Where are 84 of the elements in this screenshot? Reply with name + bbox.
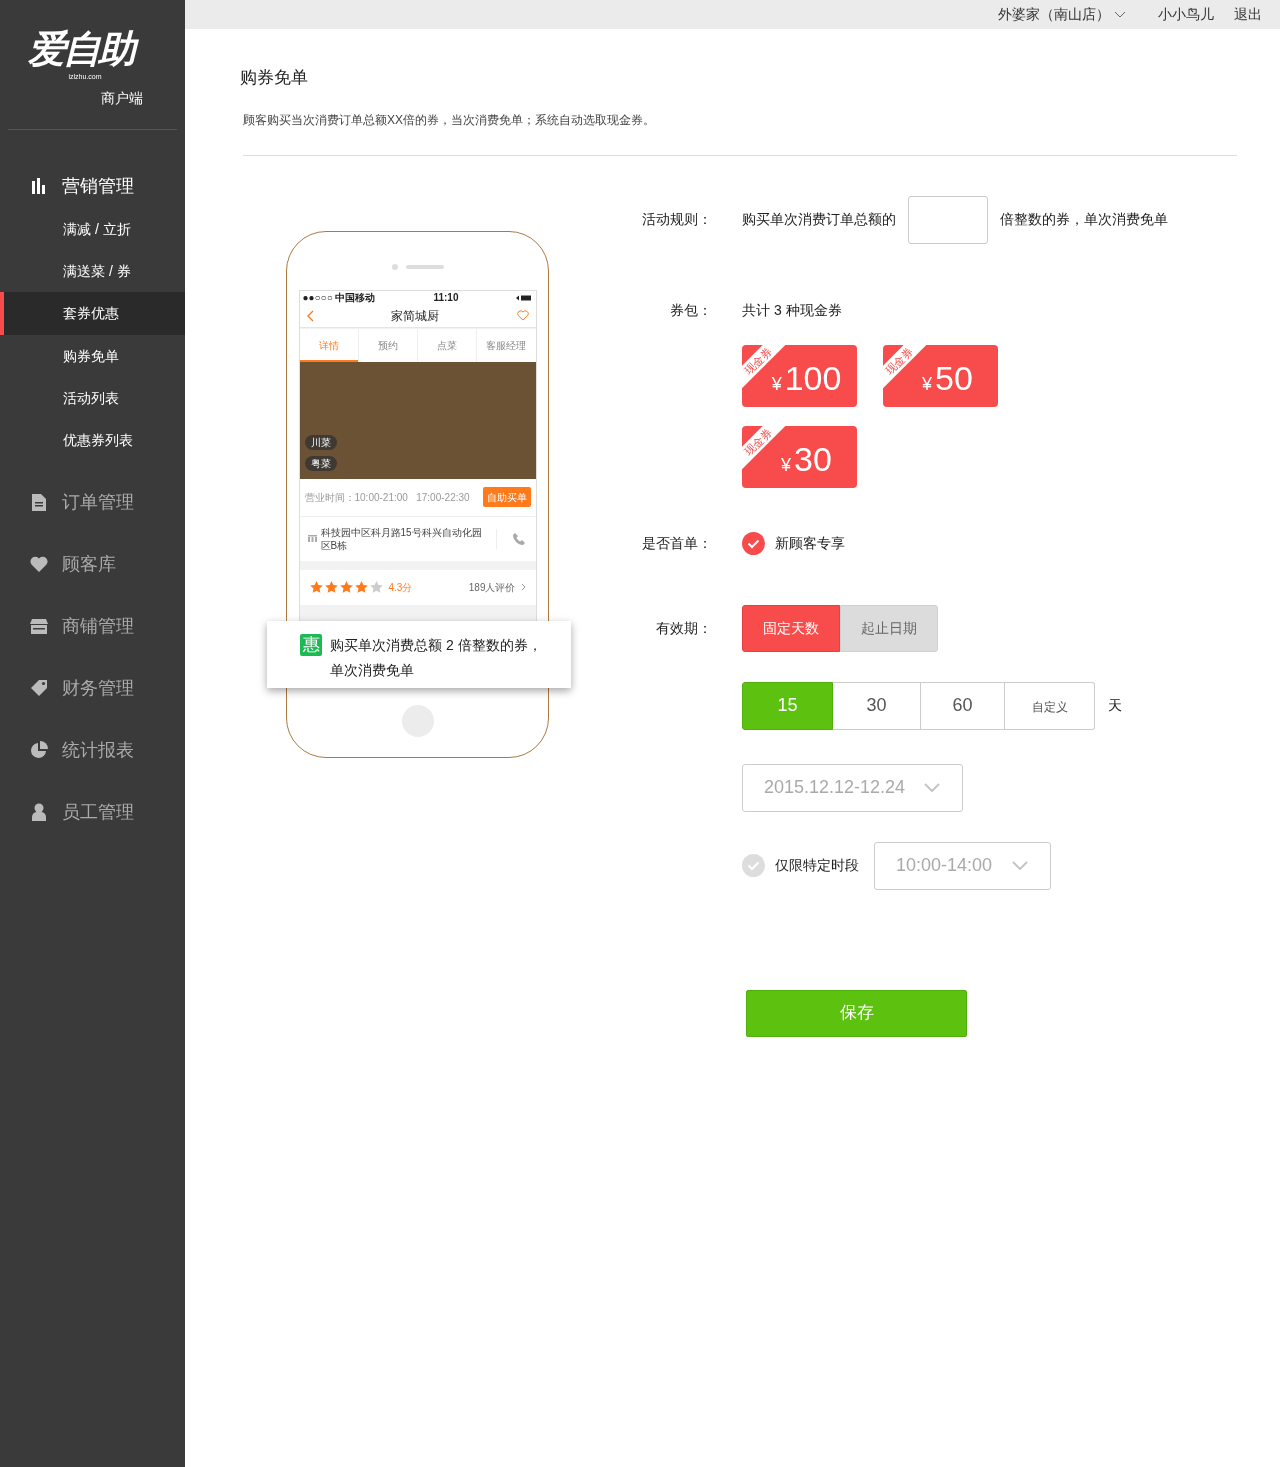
logo-text: 爱自助	[27, 28, 158, 70]
checkbox-label: 新顾客专享	[775, 533, 845, 553]
page-description: 顾客购买当次消费订单总额XX倍的券，当次消费免单；系统自动选取现金券。	[243, 111, 656, 129]
store-selector[interactable]: 外婆家（南山店）	[998, 4, 1126, 25]
screen-tab[interactable]: 客服经理	[476, 328, 536, 362]
building-icon	[307, 535, 317, 542]
self-pay-button[interactable]: 自助买单	[482, 487, 531, 507]
back-icon	[306, 309, 314, 322]
nav-group[interactable]: 营销管理	[0, 164, 185, 208]
chevron-right-icon	[520, 583, 526, 591]
ribbon-label: 现金券	[742, 344, 774, 377]
nav-group[interactable]: 商铺管理	[0, 595, 185, 657]
discount-badge: 惠	[300, 633, 322, 656]
ribbon-label: 现金券	[742, 425, 774, 458]
heart-icon	[516, 310, 529, 321]
currency-symbol: ¥	[771, 372, 782, 396]
chevron-down-icon	[1114, 11, 1126, 18]
star-filled-icon	[354, 581, 368, 593]
star-filled-icon	[324, 581, 338, 593]
screen-tab[interactable]: 点菜	[417, 328, 477, 362]
cuisine-tag: 川菜	[304, 434, 337, 450]
user-name: 小小鸟儿	[1158, 5, 1214, 24]
star-filled-icon	[309, 581, 323, 593]
validity-mode-tab[interactable]: 起止日期	[840, 604, 938, 652]
bar-chart-icon	[30, 178, 48, 194]
business-hours: 营业时间：10:00-21:00 17:00-22:30	[304, 490, 470, 505]
coupon-summary: 共计 3 种现金券	[742, 300, 842, 320]
coupon-amount: 50	[935, 357, 973, 398]
nav-item[interactable]: 购券免单	[0, 335, 185, 377]
multiplier-input[interactable]	[908, 195, 988, 244]
speaker-icon	[405, 264, 444, 269]
chevron-down-icon	[1012, 861, 1028, 870]
coupon-amount: 100	[784, 357, 842, 398]
nav-group[interactable]: 订单管理	[0, 471, 185, 533]
phone-icon	[512, 532, 525, 545]
day-option[interactable]: 自定义	[1005, 681, 1095, 730]
checkbox[interactable]	[742, 531, 765, 555]
store-icon	[30, 618, 48, 634]
ribbon-label: 现金券	[883, 344, 915, 377]
heart-icon	[30, 556, 48, 572]
address-text: 科技园中区科月路15号科兴自动化园区B栋	[320, 525, 483, 552]
nav-item[interactable]: 套券优惠	[0, 292, 185, 335]
tooltip-text: 购买单次消费总额 2 倍整数的券，单次消费免单	[330, 635, 543, 680]
document-icon	[30, 493, 48, 511]
pie-chart-icon	[30, 741, 48, 759]
nav-group[interactable]: 顾客库	[0, 533, 185, 595]
nav-item[interactable]: 优惠券列表	[0, 419, 185, 461]
field-label: 活动规则：	[641, 210, 712, 229]
checkbox-label: 仅限特定时段	[775, 856, 859, 875]
page-title: 购券免单	[240, 67, 309, 89]
nav-group[interactable]: 统计报表	[0, 719, 185, 781]
screen-tab[interactable]: 预约	[357, 328, 417, 362]
nav-item[interactable]: 满送菜 / 券	[0, 250, 185, 292]
cuisine-tag: 粤菜	[304, 455, 337, 471]
field-label: 券包：	[669, 300, 712, 320]
carrier-text: ●●○○○ 中国移动	[302, 291, 376, 304]
nav-group[interactable]: 财务管理	[0, 657, 185, 719]
rule-text: 购买单次消费订单总额的	[742, 210, 896, 229]
review-count: 189人评价	[468, 580, 516, 595]
rating-score: 4.3分	[388, 580, 413, 595]
clock-text: 11:10	[433, 291, 459, 304]
field-label: 是否首单：	[641, 533, 712, 553]
currency-symbol: ¥	[781, 453, 792, 477]
chevron-down-icon	[924, 783, 940, 792]
coupon-amount: 30	[794, 438, 832, 479]
checkbox[interactable]	[742, 854, 765, 877]
logout-link[interactable]: 退出	[1234, 4, 1262, 25]
camera-icon	[391, 263, 398, 270]
currency-symbol: ¥	[922, 372, 933, 396]
tag-icon	[30, 679, 48, 697]
screen-title: 家简城厨	[391, 307, 439, 325]
star-filled-icon	[339, 581, 353, 593]
logo-subtitle: 商户端	[101, 89, 143, 108]
nav-item[interactable]: 满减 / 立折	[0, 208, 185, 250]
battery-icon	[516, 294, 533, 301]
day-option[interactable]: 30	[833, 681, 921, 730]
field-label: 有效期：	[655, 618, 712, 638]
nav-item[interactable]: 活动列表	[0, 377, 185, 419]
day-option[interactable]: 60	[921, 681, 1005, 730]
rule-text: 倍整数的券，单次消费免单	[1000, 210, 1168, 229]
nav-group[interactable]: 员工管理	[0, 781, 185, 843]
validity-mode-tab[interactable]: 固定天数	[742, 604, 840, 652]
person-icon	[30, 803, 48, 821]
unit-label: 天	[1108, 696, 1122, 715]
